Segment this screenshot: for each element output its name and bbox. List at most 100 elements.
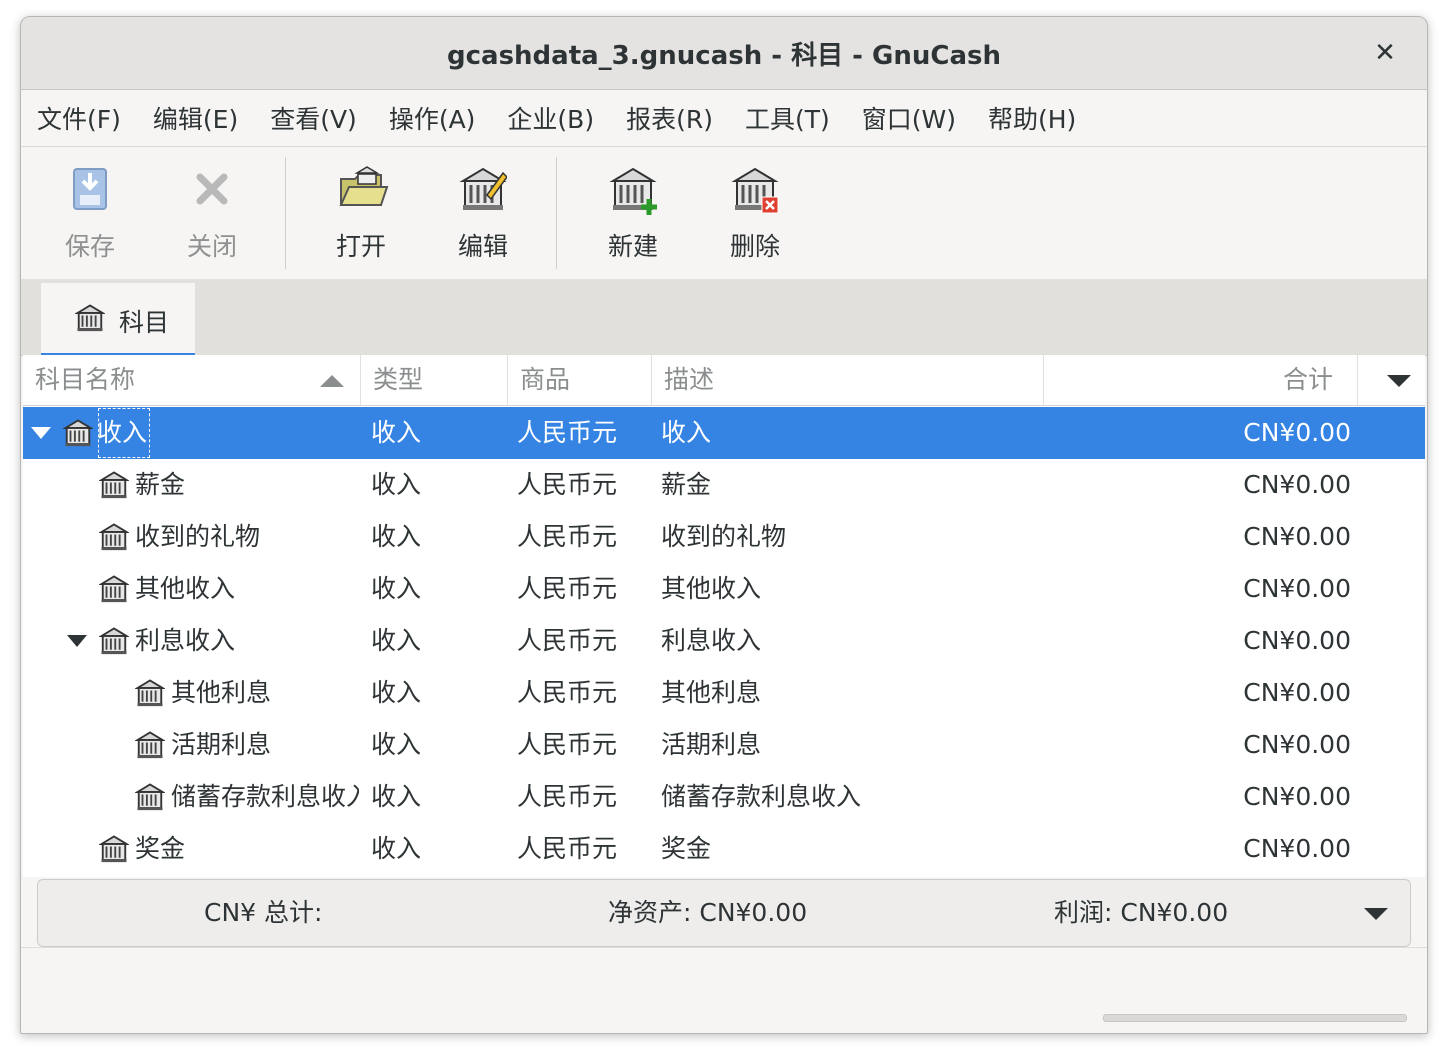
column-header-total[interactable]: 合计 <box>1044 355 1358 405</box>
account-name: 其他收入 <box>135 574 236 603</box>
save-button[interactable]: 保存 <box>35 147 145 279</box>
account-type: 收入 <box>371 678 422 707</box>
menu-reports[interactable]: 报表(R) <box>610 100 729 136</box>
account-description: 活期利息 <box>661 730 762 759</box>
account-name: 薪金 <box>135 470 186 499</box>
summary-bar[interactable]: CN¥ 总计: 净资产: CN¥0.00 利润: CN¥0.00 <box>37 879 1411 947</box>
account-type: 收入 <box>371 626 422 655</box>
open-folder-icon <box>339 166 389 206</box>
account-type: 收入 <box>371 418 422 447</box>
account-commodity: 人民币元 <box>517 678 618 707</box>
open-button[interactable]: 打开 <box>306 147 416 279</box>
summary-profit: 利润: CN¥0.00 <box>1054 898 1229 927</box>
account-name: 收到的礼物 <box>135 522 261 551</box>
table-row[interactable]: 收入 收入 人民币元 收入 CN¥0.00 <box>23 407 1425 459</box>
delete-label: 删除 <box>729 232 780 261</box>
account-type: 收入 <box>371 522 422 551</box>
account-name: 活期利息 <box>171 730 272 759</box>
table-row[interactable]: 其他收入 收入 人民币元 其他收入 CN¥0.00 <box>23 563 1425 615</box>
status-bar <box>21 947 1427 1033</box>
table-row[interactable]: 活期利息 收入 人民币元 活期利息 CN¥0.00 <box>23 719 1425 771</box>
account-total: CN¥0.00 <box>1243 522 1351 551</box>
account-description: 利息收入 <box>661 626 762 655</box>
menu-business[interactable]: 企业(B) <box>491 100 610 136</box>
account-commodity: 人民币元 <box>517 522 618 551</box>
account-commodity: 人民币元 <box>517 834 618 863</box>
column-header-type[interactable]: 类型 <box>361 355 508 405</box>
save-label: 保存 <box>64 232 115 261</box>
save-icon <box>73 168 107 210</box>
account-commodity: 人民币元 <box>517 574 618 603</box>
expander-expanded-icon[interactable] <box>31 427 51 439</box>
new-account-icon <box>609 167 657 215</box>
account-total: CN¥0.00 <box>1243 730 1351 759</box>
close-button[interactable]: 关闭 <box>157 147 267 279</box>
toolbar-separator <box>285 157 286 269</box>
summary-dropdown-icon[interactable] <box>1364 908 1388 920</box>
account-icon <box>99 575 129 603</box>
account-name: 储蓄存款利息收入 <box>171 782 359 811</box>
tab-accounts[interactable]: 科目 <box>41 283 195 358</box>
account-total: CN¥0.00 <box>1243 470 1351 499</box>
gnucash-window: gcashdata_3.gnucash - 科目 - GnuCash ✕ 文件(… <box>20 16 1428 1034</box>
tree-header: 科目名称 类型 商品 描述 合计 <box>23 355 1425 406</box>
account-description: 其他收入 <box>661 574 762 603</box>
table-row[interactable]: 利息收入 收入 人民币元 利息收入 CN¥0.00 <box>23 615 1425 667</box>
progress-bar <box>1103 1014 1407 1022</box>
account-description: 薪金 <box>661 470 712 499</box>
account-total: CN¥0.00 <box>1243 782 1351 811</box>
edit-account-icon <box>459 167 507 210</box>
account-commodity: 人民币元 <box>517 418 618 447</box>
table-row[interactable]: 储蓄存款利息收入 收入 人民币元 储蓄存款利息收入 CN¥0.00 <box>23 771 1425 823</box>
menu-view[interactable]: 查看(V) <box>254 100 373 136</box>
account-description: 收到的礼物 <box>661 522 787 551</box>
column-header-description[interactable]: 描述 <box>652 355 1044 405</box>
account-type: 收入 <box>371 730 422 759</box>
account-tree: 科目名称 类型 商品 描述 合计 收入 收入 人民币元 收入 CN¥0.00 薪… <box>23 355 1425 877</box>
menu-tools[interactable]: 工具(T) <box>729 100 846 136</box>
menu-help[interactable]: 帮助(H) <box>972 100 1092 136</box>
menu-file[interactable]: 文件(F) <box>21 100 137 136</box>
table-row[interactable]: 其他利息 收入 人民币元 其他利息 CN¥0.00 <box>23 667 1425 719</box>
expander-expanded-icon[interactable] <box>67 635 87 647</box>
table-row[interactable]: 收到的礼物 收入 人民币元 收到的礼物 CN¥0.00 <box>23 511 1425 563</box>
account-type: 收入 <box>371 834 422 863</box>
account-type: 收入 <box>371 574 422 603</box>
window-title: gcashdata_3.gnucash - 科目 - GnuCash <box>447 40 1001 71</box>
new-account-button[interactable]: 新建 <box>578 147 688 279</box>
account-commodity: 人民币元 <box>517 782 618 811</box>
table-row[interactable]: 薪金 收入 人民币元 薪金 CN¥0.00 <box>23 459 1425 511</box>
table-row[interactable]: 奖金 收入 人民币元 奖金 CN¥0.00 <box>23 823 1425 875</box>
column-header-description-label: 描述 <box>664 365 715 394</box>
menu-windows[interactable]: 窗口(W) <box>846 100 972 136</box>
account-icon <box>135 679 165 707</box>
close-window-button[interactable]: ✕ <box>1369 37 1401 69</box>
toolbar: 保存 关闭 打开 编辑 新建 删除 <box>21 146 1427 280</box>
account-name: 利息收入 <box>135 626 236 655</box>
account-total: CN¥0.00 <box>1243 626 1351 655</box>
menu-edit[interactable]: 编辑(E) <box>137 100 254 136</box>
delete-account-button[interactable]: 删除 <box>700 147 810 279</box>
column-header-commodity[interactable]: 商品 <box>508 355 652 405</box>
account-total: CN¥0.00 <box>1243 574 1351 603</box>
column-header-name[interactable]: 科目名称 <box>23 355 361 405</box>
column-chooser-icon[interactable] <box>1387 375 1411 387</box>
account-description: 收入 <box>661 418 712 447</box>
column-header-type-label: 类型 <box>373 365 424 394</box>
account-name: 其他利息 <box>171 678 272 707</box>
account-type: 收入 <box>371 470 422 499</box>
summary-total-label: CN¥ 总计: <box>204 898 323 927</box>
account-icon <box>99 627 129 655</box>
edit-button[interactable]: 编辑 <box>428 147 538 279</box>
tab-accounts-label: 科目 <box>119 308 170 337</box>
account-commodity: 人民币元 <box>517 730 618 759</box>
account-total: CN¥0.00 <box>1243 678 1351 707</box>
account-description: 储蓄存款利息收入 <box>661 782 862 811</box>
account-description: 奖金 <box>661 834 712 863</box>
account-commodity: 人民币元 <box>517 626 618 655</box>
account-icon <box>63 419 93 447</box>
menu-actions[interactable]: 操作(A) <box>373 100 492 136</box>
account-type: 收入 <box>371 782 422 811</box>
account-total: CN¥0.00 <box>1243 834 1351 863</box>
account-description: 其他利息 <box>661 678 762 707</box>
